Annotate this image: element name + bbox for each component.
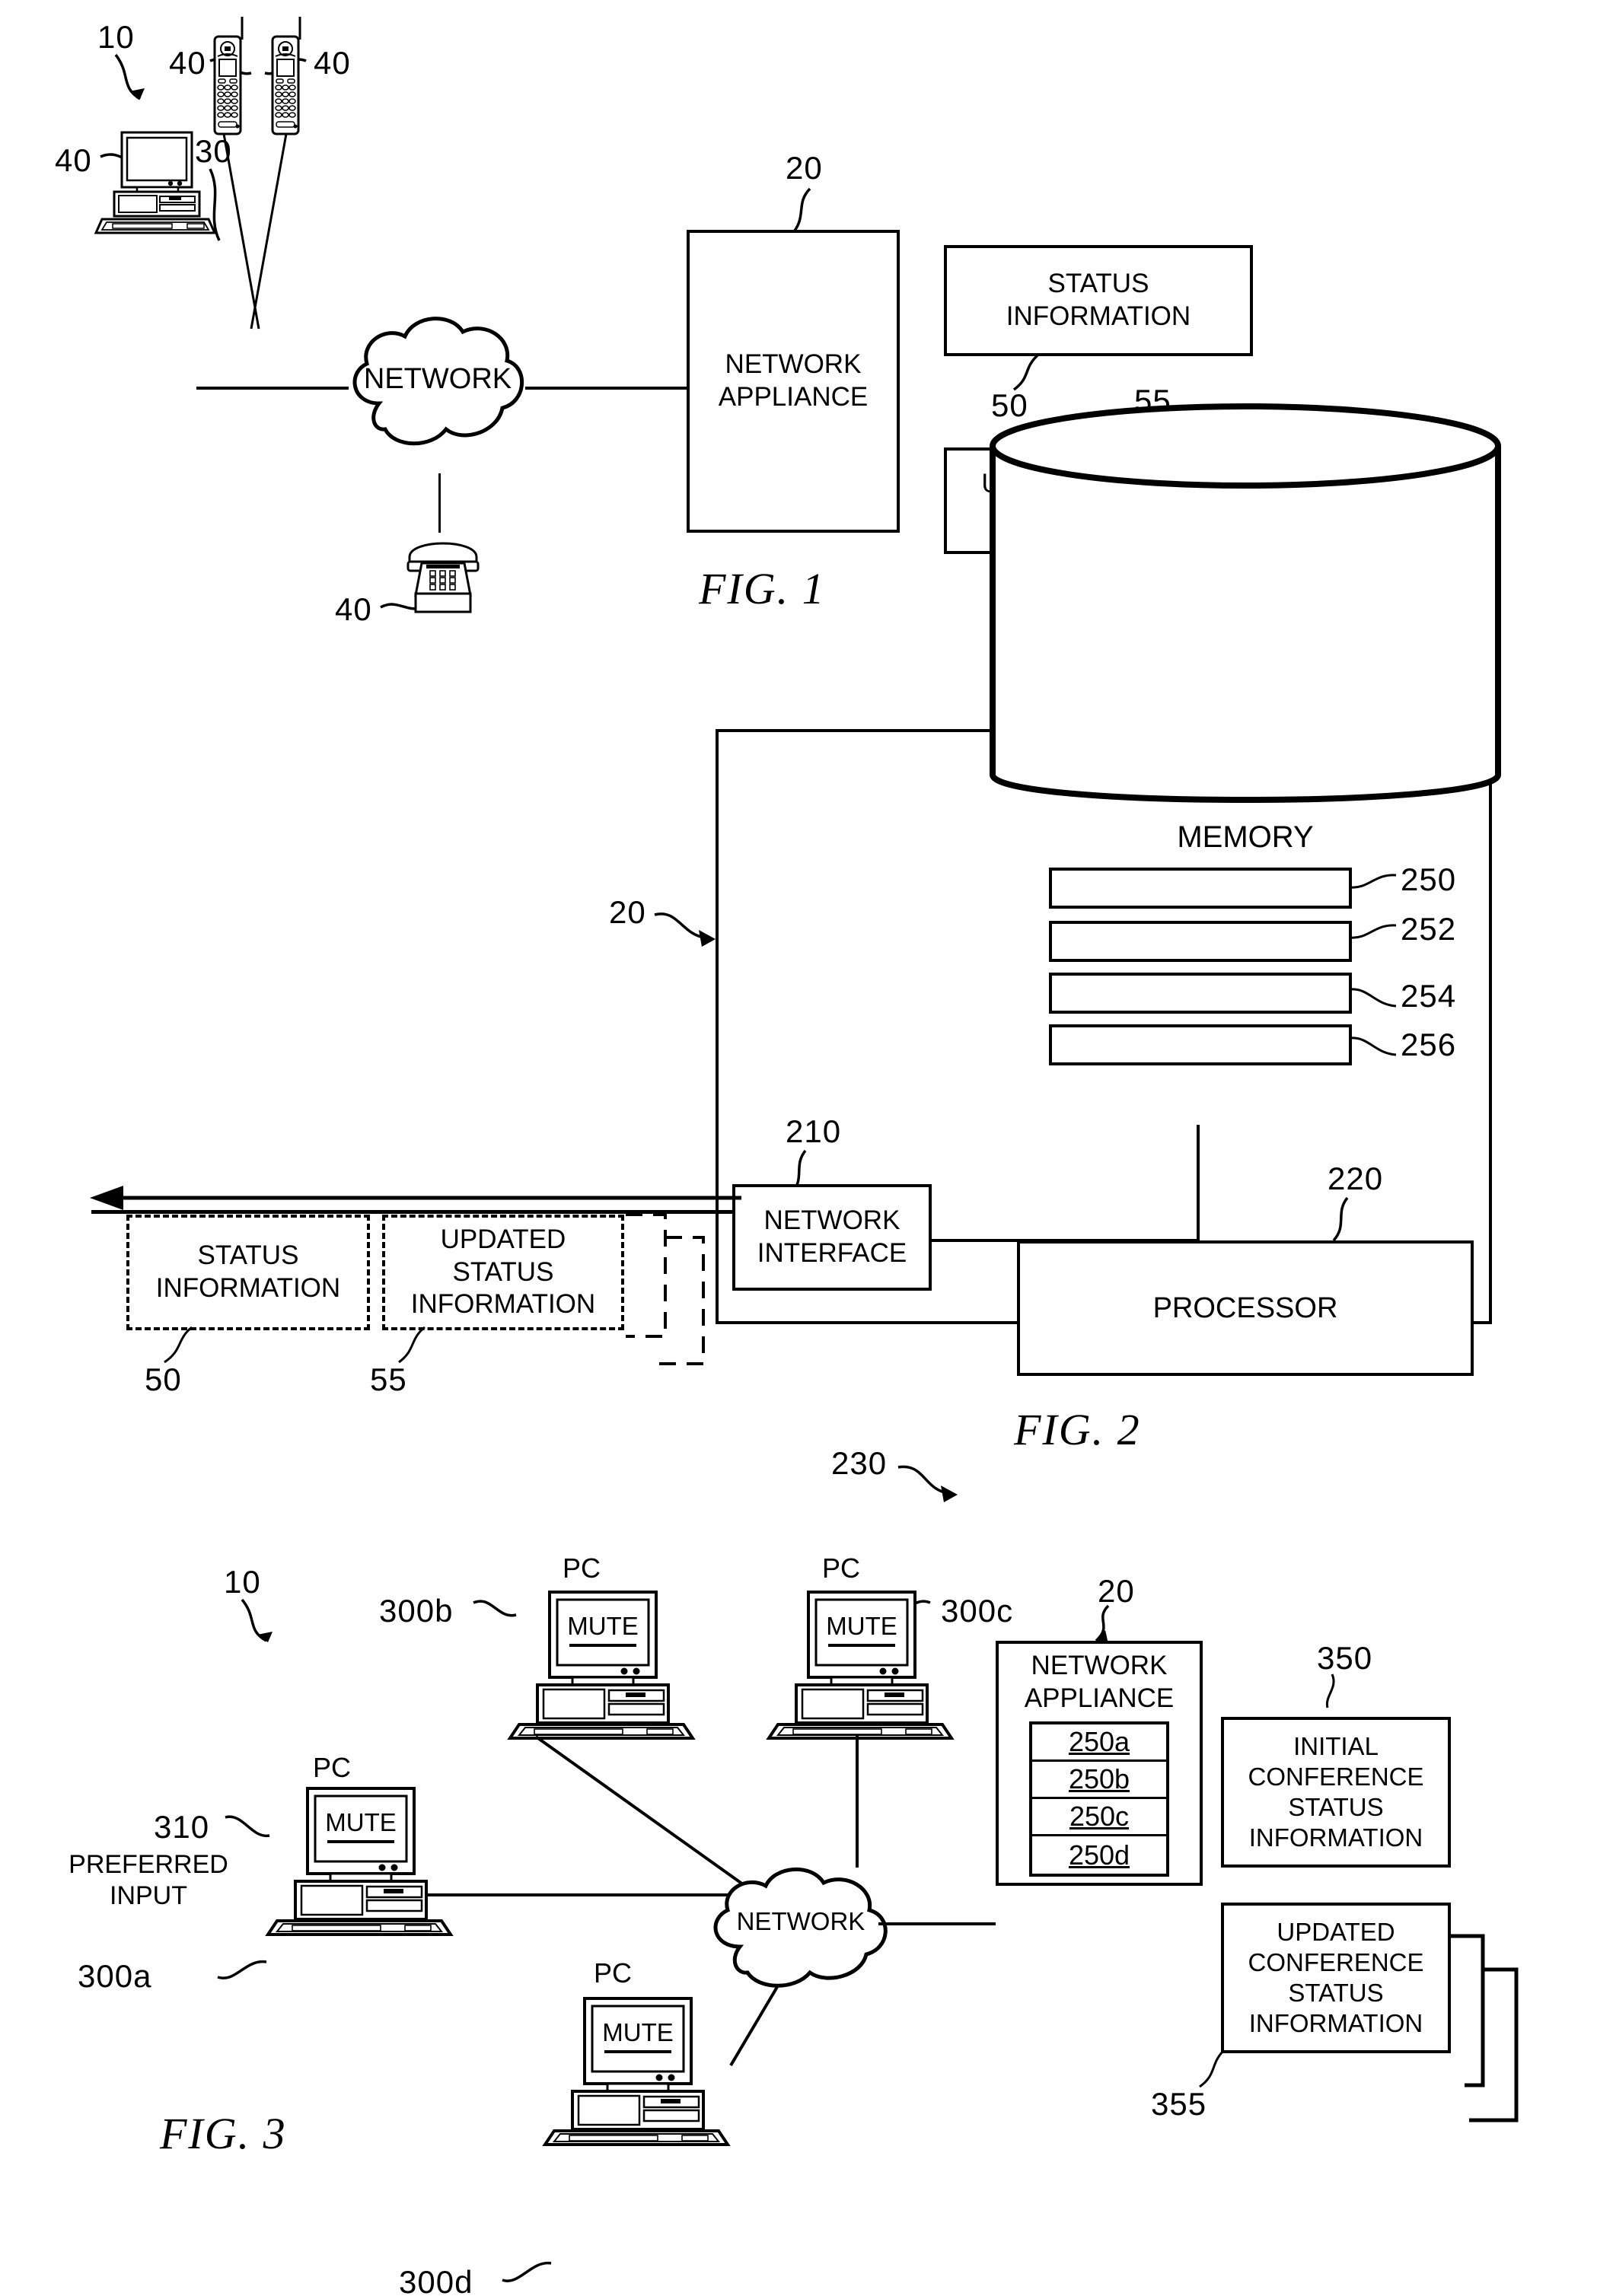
- fig1-cloud-to-telephone-link: [438, 473, 441, 533]
- fig3-pc-tag-300a: PC: [313, 1752, 352, 1783]
- fig2-memory-label: MEMORY: [1177, 820, 1314, 854]
- fig1-status-information-label: STATUS INFORMATION: [1006, 269, 1191, 331]
- fig2-processor-ref: 220: [1328, 1161, 1384, 1196]
- fig2-memory-bus: [1197, 1125, 1200, 1240]
- fig3-pc-tag-300d: PC: [594, 1957, 633, 1989]
- fig2-status-information-box: STATUS INFORMATION: [126, 1215, 370, 1330]
- fig2-status-ref: 50: [145, 1361, 182, 1397]
- fig2-memory-slot-250: [1049, 868, 1352, 909]
- fig3-appliance-slot-250a[interactable]: 250a: [1032, 1724, 1166, 1762]
- fig2-memory-slot-leader-252: [1350, 924, 1397, 939]
- figure-3: 10 PC 300b MUTE PC 300c MUTE PC 310 PREF…: [0, 1522, 1597, 2296]
- fig1-status-information-box: STATUS INFORMATION: [944, 245, 1253, 356]
- fig3-pc-300a-leader: [217, 1960, 267, 1980]
- fig3-pc-300c-link: [856, 1735, 859, 1868]
- fig3-initial-conference-box: INITIAL CONFERENCE STATUS INFORMATION: [1221, 1717, 1451, 1868]
- fig3-updated-conference-label: UPDATED CONFERENCE STATUS INFORMATION: [1248, 1917, 1424, 2038]
- fig3-appliance-slot-250b[interactable]: 250b: [1032, 1762, 1166, 1799]
- fig2-status-information-label: STATUS INFORMATION: [155, 1240, 341, 1303]
- fig1-cordless-phone-icon-right: [271, 17, 301, 135]
- fig2-updated-status-stack: [626, 1213, 705, 1365]
- fig1-network-appliance-box: NETWORK APPLIANCE: [687, 230, 900, 533]
- fig2-appliance-ref: 20: [609, 894, 646, 930]
- fig1-handset-right-link: [250, 133, 288, 330]
- fig1-desk-telephone-icon: [406, 542, 480, 613]
- fig2-memory-slot-256: [1049, 1024, 1352, 1065]
- fig3-desktop-computer-300c: MUTE: [766, 1591, 955, 1740]
- fig2-memory-slot-leader-256: [1350, 1037, 1397, 1056]
- fig2-memory-leader: [897, 1465, 958, 1502]
- fig3-preferred-input-label: PREFERRED INPUT: [69, 1850, 228, 1910]
- fig3-cloud-to-appliance-link: [878, 1922, 996, 1925]
- fig1-cloud-leader: [209, 168, 221, 241]
- fig2-memory-slot-leader-250: [1350, 874, 1397, 889]
- fig1-cloud-to-appliance-link: [525, 387, 687, 390]
- fig2-memory-ref: 230: [831, 1445, 888, 1481]
- fig3-preferred-input-ref: 310: [154, 1809, 210, 1845]
- fig1-system-ref: 10: [97, 19, 135, 55]
- fig3-updated-conference-stack: [1451, 1934, 1519, 2122]
- fig3-system-ref: 10: [224, 1564, 261, 1600]
- fig3-initial-conference-leader: [1325, 1673, 1335, 1708]
- fig3-appliance-slot-250c[interactable]: 250c: [1032, 1799, 1166, 1836]
- fig2-updated-status-label: UPDATED STATUS INFORMATION: [410, 1224, 596, 1320]
- fig3-pc-tag-300c: PC: [822, 1552, 861, 1584]
- fig2-processor-label: PROCESSOR: [1152, 1291, 1338, 1324]
- fig2-processor-leader: [1332, 1196, 1349, 1242]
- fig3-pc-300d-leader: [502, 2262, 552, 2282]
- fig3-pc-ref-300a: 300a: [78, 1958, 152, 1994]
- fig1-cordless-phone-icon-left: [213, 17, 244, 135]
- svg-text:MUTE: MUTE: [567, 1612, 639, 1640]
- fig3-initial-conference-ref: 350: [1317, 1640, 1373, 1676]
- fig2-memory-cylinder: [990, 403, 1501, 803]
- fig3-desktop-computer-300d: MUTE: [542, 1997, 731, 2146]
- fig2-processor-box: PROCESSOR: [1017, 1240, 1474, 1376]
- fig3-pc-ref-300d: 300d: [399, 2264, 473, 2296]
- fig3-updated-conference-box: UPDATED CONFERENCE STATUS INFORMATION: [1221, 1903, 1451, 2053]
- fig3-label: FIG. 3: [160, 2109, 287, 2158]
- fig3-desktop-computer-300a: MUTE: [265, 1787, 454, 1936]
- svg-text:MUTE: MUTE: [826, 1612, 897, 1640]
- fig3-appliance-slot-250d[interactable]: 250d: [1032, 1836, 1166, 1874]
- fig1-label: FIG. 1: [699, 564, 826, 613]
- fig1-pc-to-cloud-link: [196, 387, 349, 390]
- fig3-appliance-ref: 20: [1098, 1573, 1135, 1609]
- fig2-label: FIG. 2: [1014, 1405, 1141, 1454]
- fig3-updated-conference-ref: 355: [1151, 2086, 1207, 2122]
- fig3-appliance-slot-group: 250a 250b 250c 250d: [1029, 1721, 1169, 1877]
- fig2-updated-status-ref: 55: [370, 1361, 407, 1397]
- fig1-cloud-ref: 30: [195, 133, 232, 169]
- figure-2: 20 230 MEMORY 250 252 254 256 210 NETWOR…: [0, 403, 1597, 1522]
- fig1-network-appliance-label: NETWORK APPLIANCE: [718, 349, 869, 412]
- patent-drawing-sheet: 10 40 40 40 30 NETWORK 40 20 NETWORK APP…: [0, 0, 1597, 2296]
- fig2-memory-slot-leader-254: [1350, 988, 1397, 1008]
- fig2-updated-status-box: UPDATED STATUS INFORMATION: [382, 1215, 624, 1330]
- fig1-handset-ref-left: 40: [169, 45, 206, 81]
- fig1-handset-ref-right: 40: [314, 45, 351, 81]
- fig3-initial-conference-label: INITIAL CONFERENCE STATUS INFORMATION: [1248, 1731, 1424, 1852]
- svg-text:MUTE: MUTE: [325, 1808, 397, 1836]
- fig3-pc-ref-300b: 300b: [379, 1593, 454, 1629]
- fig2-memory-slot-254: [1049, 973, 1352, 1014]
- fig1-telephone-ref: 40: [335, 591, 372, 627]
- fig3-pc-tag-300b: PC: [563, 1552, 601, 1584]
- svg-text:NETWORK: NETWORK: [364, 363, 512, 395]
- fig3-network-appliance-label: NETWORK APPLIANCE: [1024, 1651, 1175, 1713]
- fig1-appliance-ref: 20: [786, 150, 823, 186]
- fig2-appliance-leader: [654, 912, 716, 947]
- fig3-system-leader: [241, 1598, 273, 1642]
- svg-text:NETWORK: NETWORK: [737, 1907, 865, 1935]
- fig3-network-cloud: NETWORK: [713, 1867, 888, 1988]
- svg-text:MUTE: MUTE: [602, 2018, 674, 2046]
- fig1-network-cloud: NETWORK: [352, 317, 524, 446]
- fig3-desktop-computer-300b: MUTE: [507, 1591, 696, 1740]
- fig2-memory-slot-252: [1049, 921, 1352, 962]
